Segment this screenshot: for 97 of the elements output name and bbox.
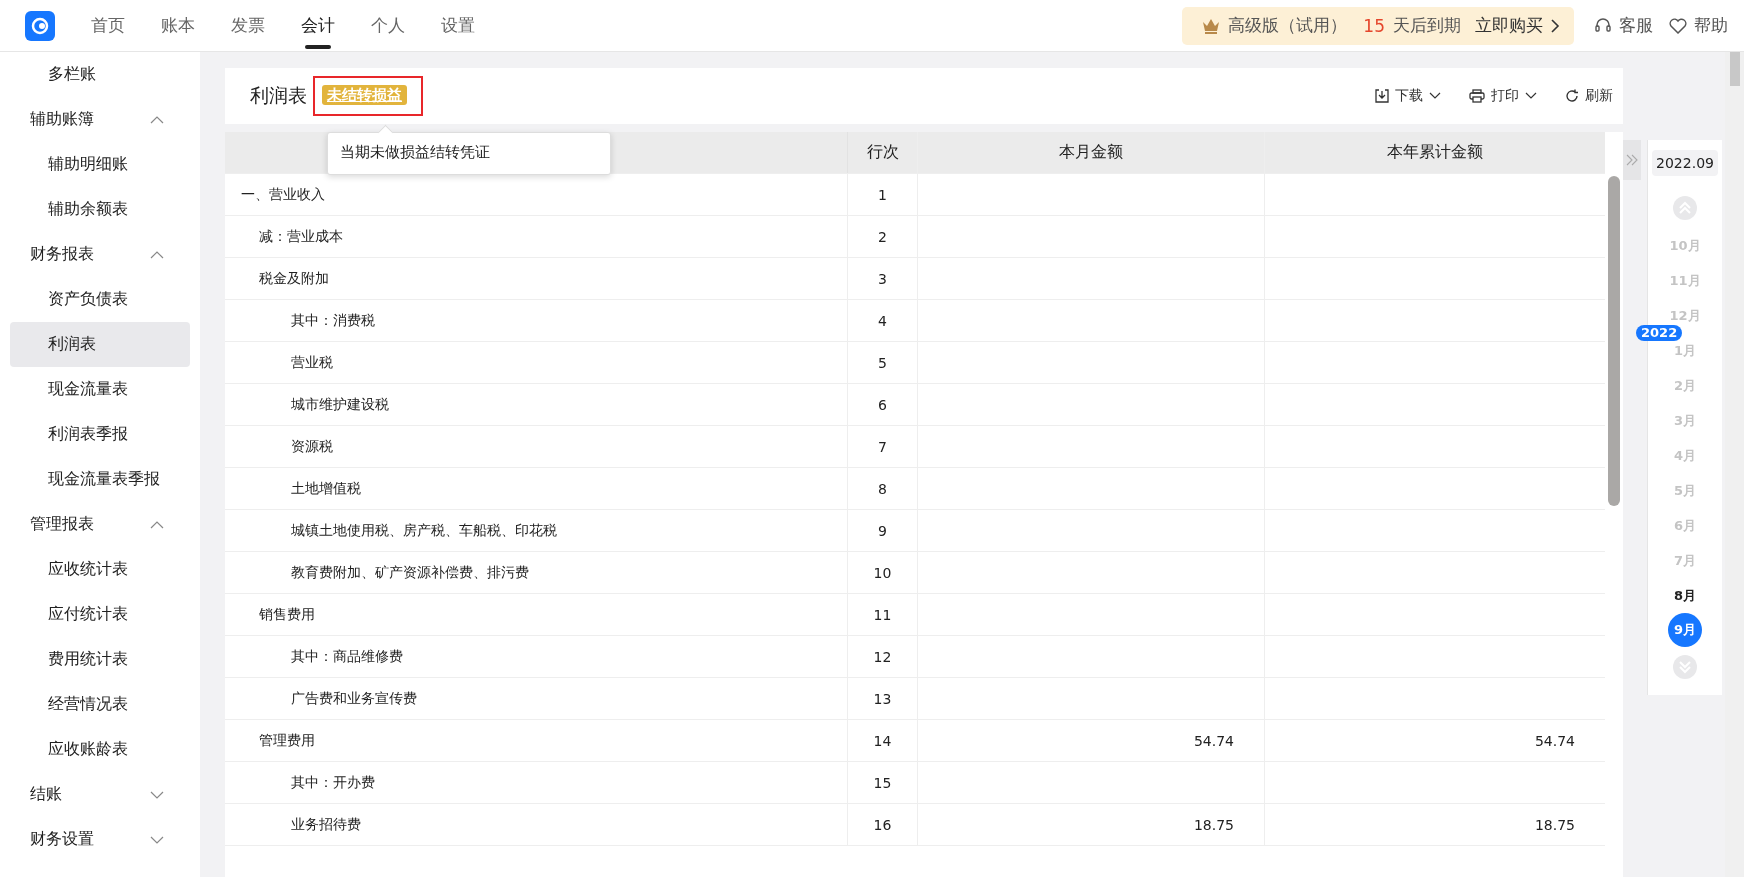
- table-cell: 12: [873, 648, 892, 665]
- table-cell: 7: [878, 438, 887, 455]
- table-cell: 3: [878, 270, 887, 287]
- sidebar-item[interactable]: 多栏账: [10, 52, 190, 97]
- row-label: 税金及附加: [258, 269, 329, 288]
- row-label: 教育费附加、矿产资源补偿费、排污费: [290, 563, 529, 582]
- refresh-icon: [1565, 89, 1579, 103]
- row-label: 其中：商品维修费: [290, 647, 403, 666]
- table-cell: 15: [873, 774, 892, 791]
- crown-icon: [1202, 17, 1221, 34]
- table-cell: 11: [873, 606, 892, 623]
- table-cell: 18.75: [1534, 816, 1575, 833]
- print-button[interactable]: 打印: [1469, 87, 1537, 105]
- table-cell: 54.74: [1534, 732, 1575, 749]
- month-item[interactable]: 8月: [1673, 578, 1696, 613]
- headset-icon: [1594, 16, 1612, 35]
- trial-banner[interactable]: 高级版（试用） 15 天后到期 立即购买: [1182, 6, 1574, 45]
- chevron-up-icon: [150, 250, 164, 259]
- heart-icon: [1669, 17, 1687, 34]
- row-label: 销售费用: [258, 605, 315, 624]
- table-cell: 18.75: [1193, 816, 1234, 833]
- sidebar-item[interactable]: 现金流量表季报: [10, 457, 190, 502]
- year-badge: 2022: [1636, 325, 1683, 341]
- sidebar-item[interactable]: 辅助明细账: [10, 142, 190, 187]
- sidebar-item[interactable]: 现金流量表: [10, 367, 190, 412]
- sidebar-item[interactable]: 经营情况表: [10, 682, 190, 727]
- sidebar-item[interactable]: 利润表: [10, 322, 190, 367]
- table-cell: 4: [878, 312, 887, 329]
- table-cell: 6: [878, 396, 887, 413]
- nav-tab[interactable]: 账本: [147, 0, 209, 51]
- chevron-up-icon: [150, 115, 164, 124]
- row-label: 资源税: [290, 437, 333, 456]
- caret-icon: [1429, 92, 1441, 100]
- sidebar-group[interactable]: 财务报表: [10, 232, 190, 277]
- table-cell: 16: [873, 816, 892, 833]
- sidebar-group[interactable]: 财务设置: [10, 817, 190, 862]
- download-button[interactable]: 下载: [1375, 87, 1441, 105]
- nav-tab[interactable]: 首页: [77, 0, 139, 51]
- table-cell: 13: [873, 690, 892, 707]
- app-logo-icon[interactable]: [25, 10, 55, 41]
- download-icon: [1375, 89, 1389, 103]
- sidebar-item[interactable]: 费用统计表: [10, 637, 190, 682]
- row-label: 业务招待费: [290, 815, 361, 834]
- chevron-down-icon: [150, 790, 164, 799]
- refresh-button[interactable]: 刷新: [1565, 87, 1613, 105]
- chevron-up-icon: [150, 520, 164, 529]
- collapse-button[interactable]: [1623, 140, 1641, 180]
- row-label: 广告费和业务宣传费: [290, 689, 417, 708]
- report-title: 利润表: [250, 83, 307, 108]
- page-scrollbar-thumb[interactable]: [1729, 52, 1740, 86]
- sidebar-item[interactable]: 应收账龄表: [10, 727, 190, 772]
- row-label: 营业税: [290, 353, 333, 372]
- buy-link[interactable]: 立即购买: [1475, 14, 1543, 37]
- table-cell: 9: [878, 522, 887, 539]
- column-header: 本年累计金额: [1386, 141, 1484, 163]
- table-cell: 2: [878, 228, 887, 245]
- table-cell: 1: [878, 186, 887, 203]
- sidebar-item[interactable]: 资产负债表: [10, 277, 190, 322]
- column-header: 行次: [848, 132, 918, 173]
- expiry-label: 天后到期: [1393, 14, 1461, 37]
- table-cell: 14: [873, 732, 892, 749]
- row-label: 其中：消费税: [290, 311, 375, 330]
- sidebar-item[interactable]: 利润表季报: [10, 412, 190, 457]
- sidebar-group[interactable]: 辅助账簿: [10, 97, 190, 142]
- sidebar-group[interactable]: 管理报表: [10, 502, 190, 547]
- nav-tab[interactable]: 会计: [287, 0, 349, 51]
- header-link[interactable]: 客服: [1619, 14, 1653, 37]
- month-item[interactable]: 9月: [1668, 613, 1702, 647]
- nav-tab[interactable]: 发票: [217, 0, 279, 51]
- period-field[interactable]: 2022.09: [1652, 150, 1718, 176]
- sidebar-group[interactable]: 结账: [10, 772, 190, 817]
- row-label: 管理费用: [258, 731, 315, 750]
- row-label: 土地增值税: [290, 479, 361, 498]
- chevron-right-icon: [1551, 18, 1560, 33]
- days-count: 15: [1363, 15, 1385, 36]
- row-label: 一、营业收入: [240, 185, 325, 204]
- sidebar-item[interactable]: 辅助余额表: [10, 187, 190, 232]
- table-cell: 8: [878, 480, 887, 497]
- table-cell: 5: [878, 354, 887, 371]
- header-link[interactable]: 帮助: [1694, 14, 1728, 37]
- nav-tab[interactable]: 设置: [427, 0, 489, 51]
- row-label: 减：营业成本: [258, 227, 343, 246]
- double-chevron-icon: [1626, 154, 1638, 166]
- row-label: 其中：开办费: [290, 773, 375, 792]
- printer-icon: [1469, 89, 1485, 103]
- table-cell: 10: [873, 564, 892, 581]
- chevron-down-icon: [150, 835, 164, 844]
- edition-label: 高级版（试用）: [1228, 14, 1348, 37]
- column-header: 本月金额: [918, 132, 1265, 173]
- row-label: 城镇土地使用税、房产税、车船税、印花税: [290, 521, 557, 540]
- row-label: 城市维护建设税: [290, 395, 389, 414]
- caret-icon: [1525, 92, 1537, 100]
- sidebar-item[interactable]: 应收统计表: [10, 547, 190, 592]
- scrollbar-thumb[interactable]: [1608, 176, 1620, 506]
- table-cell: 54.74: [1193, 732, 1234, 749]
- sidebar-item[interactable]: 应付统计表: [10, 592, 190, 637]
- nav-tab[interactable]: 个人: [357, 0, 419, 51]
